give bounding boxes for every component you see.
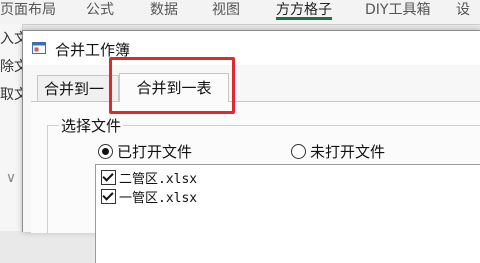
file-checklist[interactable]: 二管区.xlsx 一管区.xlsx <box>95 164 480 263</box>
checkbox-checked-icon[interactable] <box>101 189 116 204</box>
file-name: 一管区.xlsx <box>119 191 198 206</box>
red-highlight-box <box>109 57 235 114</box>
chevron-down-icon[interactable]: ∨ <box>0 170 22 186</box>
radio-unselected-icon[interactable] <box>291 144 306 159</box>
ribbon-tab-view[interactable]: 视图 <box>212 0 240 20</box>
file-name: 二管区.xlsx <box>119 172 198 187</box>
ribbon-tab-settings[interactable]: 设 <box>456 0 480 20</box>
ribbon-tab-formulas[interactable]: 公式 <box>86 0 114 20</box>
radio-selected-icon[interactable] <box>98 144 113 159</box>
ribbon-tab-page-layout[interactable]: 页面布局 <box>0 0 62 20</box>
merge-workbook-dialog: 合并工作簿 合并到一簿 合并到一表 选择文件 已打开文件 未打开文件 二管区.x… <box>22 30 480 263</box>
radio-opened-label: 已打开文件 <box>117 143 193 161</box>
excel-ribbon-tabs: 页面布局 公式 数据 视图 方方格子 DIY工具箱 设 <box>0 0 480 25</box>
tab-merge-to-workbook[interactable]: 合并到一簿 <box>37 75 119 101</box>
list-item[interactable]: 二管区.xlsx <box>101 168 198 187</box>
dialog-title-bar: 合并工作簿 <box>23 31 480 65</box>
ribbon-tab-diy-toolbox[interactable]: DIY工具箱 <box>365 0 430 20</box>
ribbon-left-panel: 入文 除文 取文 ∨ <box>0 24 23 231</box>
ribbon-fragment-1[interactable]: 入文 <box>0 28 22 48</box>
group-label-select-file: 选择文件 <box>59 115 124 136</box>
ribbon-tab-data[interactable]: 数据 <box>150 0 178 20</box>
radio-unopened-label: 未打开文件 <box>310 143 386 161</box>
radio-opened-files[interactable]: 已打开文件 <box>98 141 192 161</box>
ribbon-fragment-3[interactable]: 取文 <box>0 84 22 104</box>
ribbon-fragment-2[interactable]: 除文 <box>0 56 22 76</box>
list-item[interactable]: 一管区.xlsx <box>101 187 198 206</box>
checkbox-checked-icon[interactable] <box>101 170 116 185</box>
radio-unopened-files[interactable]: 未打开文件 <box>291 141 385 161</box>
ribbon-tab-fangfanggezi[interactable]: 方方格子 <box>276 0 332 20</box>
app-window-icon <box>32 42 46 54</box>
